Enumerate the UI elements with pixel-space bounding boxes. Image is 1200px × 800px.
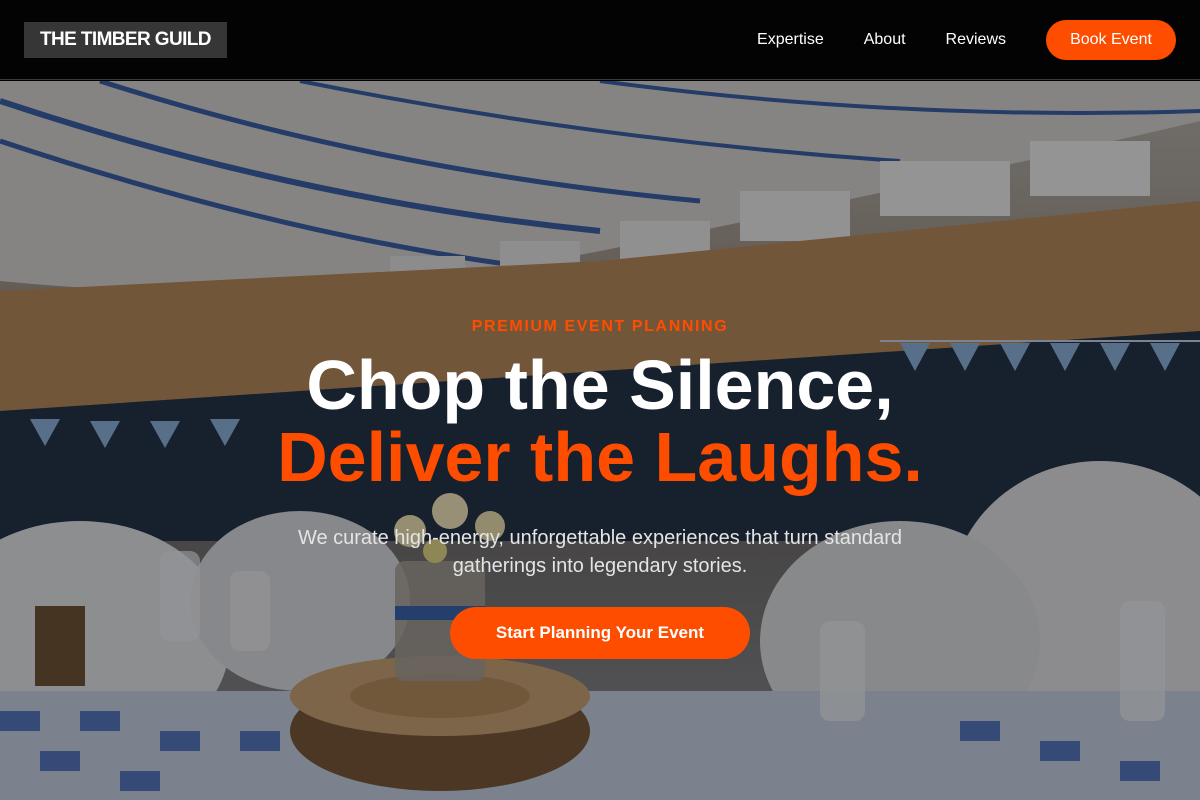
hero-headline-line2: Deliver the Laughs. xyxy=(277,418,923,496)
nav-link-about[interactable]: About xyxy=(864,31,906,49)
hero-headline: Chop the Silence, Deliver the Laughs. xyxy=(0,349,1200,493)
hero-content: PREMIUM EVENT PLANNING Chop the Silence,… xyxy=(0,81,1200,800)
start-planning-button[interactable]: Start Planning Your Event xyxy=(450,607,750,659)
book-event-button[interactable]: Book Event xyxy=(1046,19,1176,60)
nav-link-reviews[interactable]: Reviews xyxy=(946,31,1006,49)
top-navigation: THE TIMBER GUILD Expertise About Reviews… xyxy=(0,0,1200,80)
hero-subtext: We curate high-energy, unforgettable exp… xyxy=(297,527,903,577)
nav-menu: Expertise About Reviews Book Event xyxy=(757,19,1176,60)
hero-section: PREMIUM EVENT PLANNING Chop the Silence,… xyxy=(0,81,1200,800)
hero-headline-line1: Chop the Silence, xyxy=(306,346,894,424)
brand-logo[interactable]: THE TIMBER GUILD xyxy=(24,21,227,58)
hero-eyebrow: PREMIUM EVENT PLANNING xyxy=(471,318,729,335)
nav-link-expertise[interactable]: Expertise xyxy=(757,31,824,49)
